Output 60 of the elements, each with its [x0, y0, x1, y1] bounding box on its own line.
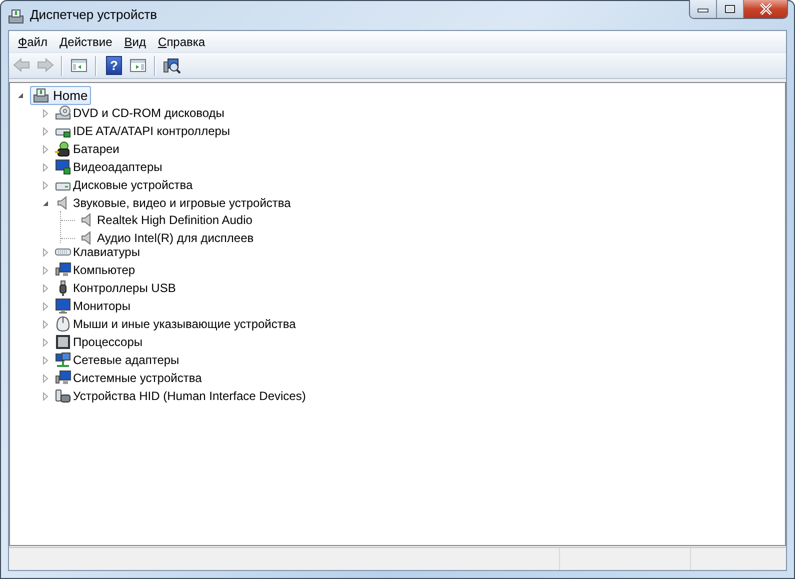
tree-item[interactable]: IDE ATA/ATAPI контроллеры — [73, 124, 230, 138]
window-pane-icon[interactable] — [70, 57, 88, 74]
tree-item[interactable]: Системные устройства — [73, 371, 202, 385]
tree-item[interactable]: Дисковые устройства — [73, 178, 193, 192]
expand-arrow-icon[interactable] — [41, 374, 50, 382]
collapse-arrow-icon[interactable] — [16, 90, 25, 100]
expand-arrow-icon[interactable] — [41, 126, 50, 136]
chip-icon — [55, 334, 71, 350]
menu-item[interactable]: Действие — [54, 34, 118, 48]
close-button[interactable] — [744, 0, 787, 18]
display-adapter-icon — [55, 159, 71, 175]
expand-arrow-icon[interactable] — [41, 320, 50, 328]
maximize-button[interactable] — [717, 0, 744, 18]
input-device-icon — [55, 388, 71, 404]
expand-arrow-icon[interactable] — [41, 284, 50, 292]
mouse-icon — [55, 316, 71, 332]
tree-item[interactable]: DVD и CD-ROM дисководы — [73, 106, 224, 120]
computer-icon — [55, 262, 71, 278]
tree-item[interactable]: Батареи — [73, 142, 120, 156]
scan-hardware-icon[interactable] — [163, 57, 181, 74]
menu-item[interactable]: Вид — [118, 34, 152, 48]
collapse-arrow-icon[interactable] — [41, 198, 50, 208]
tree-item[interactable]: Звуковые, видео и игровые устройства — [73, 196, 291, 210]
expand-arrow-icon[interactable] — [41, 180, 50, 190]
expand-arrow-icon[interactable] — [41, 392, 50, 400]
computer-icon — [55, 370, 71, 386]
tree-item[interactable]: Home — [30, 86, 91, 104]
tree-item[interactable]: Контроллеры USB — [73, 281, 176, 295]
window-title: Диспетчер устройств — [30, 7, 158, 22]
tree-item[interactable]: Аудио Intel(R) для дисплеев — [97, 231, 254, 245]
expand-arrow-icon[interactable] — [41, 248, 50, 256]
tree-item[interactable]: Realtek High Definition Audio — [97, 213, 252, 227]
expand-arrow-icon[interactable] — [41, 338, 50, 346]
expand-arrow-icon[interactable] — [41, 162, 50, 172]
disc-drive-icon — [55, 105, 71, 121]
menu-item[interactable]: Справка — [152, 34, 212, 48]
minimize-button[interactable] — [690, 0, 717, 18]
tree-item[interactable]: Процессоры — [73, 335, 142, 349]
expand-arrow-icon[interactable] — [41, 144, 50, 154]
expand-arrow-icon[interactable] — [41, 356, 50, 364]
menu-item[interactable]: Файл — [12, 34, 54, 48]
tree-item[interactable]: Мониторы — [73, 299, 130, 313]
tree-item[interactable]: Мыши и иные указывающие устройства — [73, 317, 296, 331]
window-pane-icon[interactable] — [129, 57, 147, 74]
expand-arrow-icon[interactable] — [41, 108, 50, 118]
tree-item[interactable]: Видеоадаптеры — [73, 160, 162, 174]
maximize-icon — [723, 4, 737, 14]
expand-arrow-icon[interactable] — [41, 266, 50, 274]
network-icon — [55, 352, 71, 368]
computer-icon — [33, 87, 49, 103]
expand-arrow-icon[interactable] — [41, 302, 50, 310]
close-icon — [758, 3, 774, 15]
tree-item[interactable]: Устройства HID (Human Interface Devices) — [73, 389, 306, 403]
help-button[interactable]: ? — [106, 56, 122, 75]
monitor-icon — [55, 298, 71, 314]
tree-item[interactable]: Клавиатуры — [73, 245, 140, 259]
tree-item[interactable]: Сетевые адаптеры — [73, 353, 180, 367]
computer-icon — [8, 8, 24, 24]
battery-icon — [55, 141, 71, 157]
tree-item[interactable]: Компьютер — [73, 263, 136, 277]
